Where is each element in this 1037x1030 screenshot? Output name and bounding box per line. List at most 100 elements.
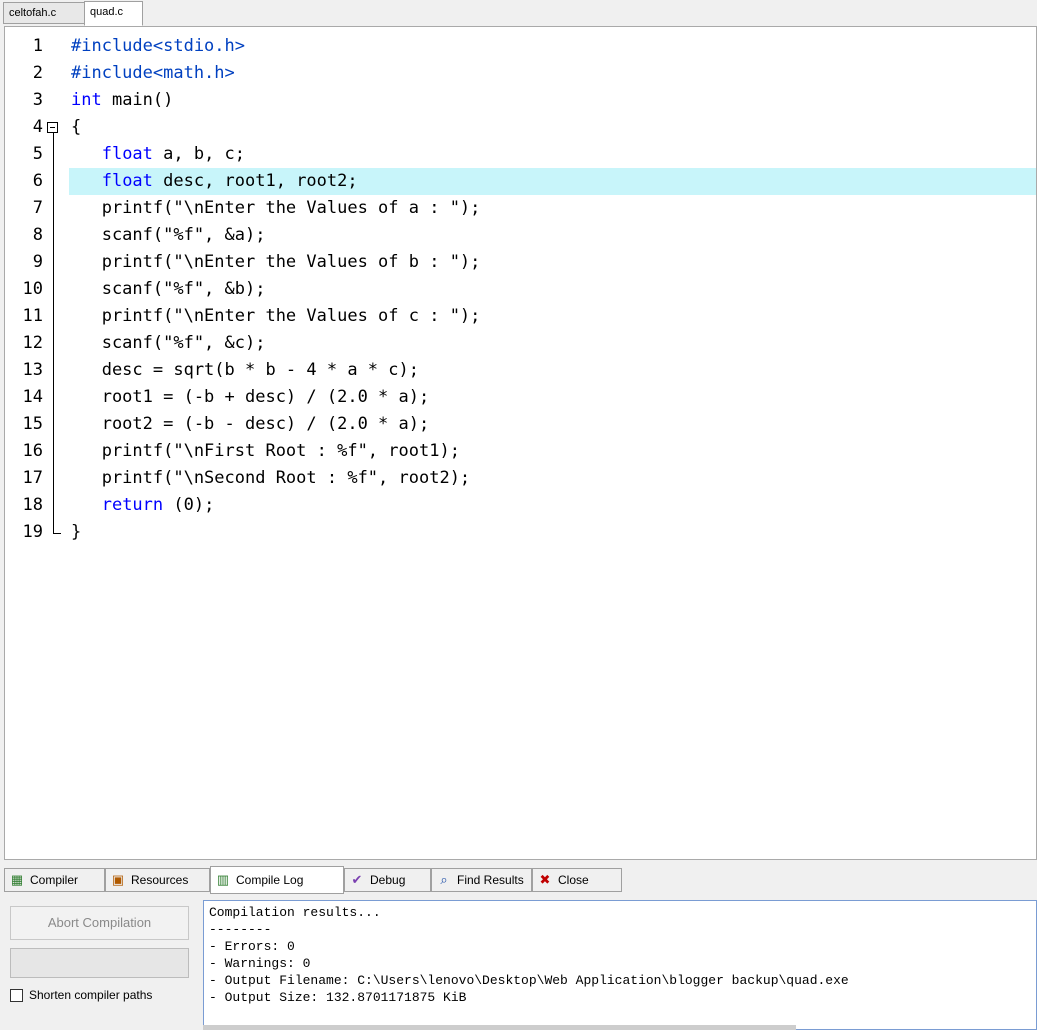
code-line[interactable]: 1 #include<stdio.h> (5, 33, 1036, 60)
line-number: 16 (22, 441, 43, 461)
code-token: printf("\nEnter the Values of a : "); (71, 198, 481, 218)
code-token: } (71, 522, 82, 542)
bar-chart-icon: ▥ (216, 872, 230, 887)
tab-find-results[interactable]: ⌕ Find Results (431, 868, 532, 892)
line-number: 8 (32, 225, 43, 245)
code-token: scanf("%f", &c); (71, 333, 266, 353)
line-number: 19 (22, 522, 43, 542)
code-line[interactable]: 9 printf("\nEnter the Values of b : "); (5, 249, 1036, 276)
code-line[interactable]: 13 desc = sqrt(b * b - 4 * a * c); (5, 357, 1036, 384)
bottom-panel-tabs: ▦ Compiler ▣ Resources ▥ Compile Log ✔ Debug ⌕ Fi… (4, 866, 1037, 894)
code-token: float (101, 144, 153, 164)
shorten-paths-checkbox[interactable] (10, 989, 23, 1002)
line-number: 11 (22, 306, 43, 326)
code-token: printf("\nFirst Root : %f", root1); (71, 441, 460, 461)
log-line: - Output Filename: C:\Users\lenovo\Deskt… (209, 973, 849, 988)
log-line: - Output Size: 132.8701171875 KiB (209, 990, 467, 1005)
tab-label: Close (558, 873, 589, 887)
code-line[interactable]: 15 root2 = (-b - desc) / (2.0 * a); (5, 411, 1036, 438)
fold-guide-line (53, 133, 54, 533)
code-line[interactable]: 2 #include<math.h> (5, 60, 1036, 87)
code-token: root2 = (-b - desc) / (2.0 * a); (71, 414, 430, 434)
code-line[interactable]: 7 printf("\nEnter the Values of a : "); (5, 195, 1036, 222)
code-line[interactable]: 16 printf("\nFirst Root : %f", root1); (5, 438, 1036, 465)
code-line[interactable]: 6 float desc, root1, root2; (5, 168, 1036, 195)
code-token: #include<math.h> (71, 63, 235, 83)
tab-resources[interactable]: ▣ Resources (105, 868, 210, 892)
abort-compilation-button[interactable]: Abort Compilation (10, 906, 189, 940)
line-number: 9 (32, 252, 43, 272)
code-text: root1 = (-b + desc) / (2.0 * a); (71, 384, 430, 411)
shorten-paths-label: Shorten compiler paths (29, 988, 153, 1002)
code-line[interactable]: 14 root1 = (-b + desc) / (2.0 * a); (5, 384, 1036, 411)
code-token: root1 = (-b + desc) / (2.0 * a); (71, 387, 430, 407)
log-line: - Warnings: 0 (209, 956, 311, 971)
code-line[interactable]: 10 scanf("%f", &b); (5, 276, 1036, 303)
code-line[interactable]: 11 printf("\nEnter the Values of c : "); (5, 303, 1036, 330)
code-line[interactable]: 3 int main() (5, 87, 1036, 114)
grid-icon: ▦ (10, 872, 24, 887)
code-token: desc, root1, root2; (152, 171, 358, 191)
tab-debug[interactable]: ✔ Debug (344, 868, 431, 892)
tab-close[interactable]: ✖ Close (532, 868, 622, 892)
line-number: 2 (32, 63, 43, 83)
line-number: 18 (22, 495, 43, 515)
line-number: 10 (22, 279, 43, 299)
code-text: desc = sqrt(b * b - 4 * a * c); (71, 357, 419, 384)
code-text: #include<stdio.h> (71, 33, 245, 60)
tab-label: Find Results (457, 873, 524, 887)
code-editor[interactable]: 1 #include<stdio.h> 2 #include<math.h> 3 int … (4, 26, 1037, 860)
tab-compiler[interactable]: ▦ Compiler (4, 868, 105, 892)
log-line: Compilation results... (209, 905, 381, 920)
line-number: 7 (32, 198, 43, 218)
code-token: scanf("%f", &b); (71, 279, 266, 299)
code-token: a, b, c; (152, 144, 246, 164)
compile-log-output[interactable]: Compilation results... -------- - Errors: … (203, 900, 1037, 1030)
code-text: { (71, 114, 81, 141)
code-token: printf("\nEnter the Values of b : "); (71, 252, 481, 272)
code-token: return (101, 495, 164, 515)
line-number: 1 (32, 36, 43, 56)
tab-label: Compile Log (236, 873, 304, 887)
code-text: printf("\nEnter the Values of c : "); (71, 303, 481, 330)
code-text: root2 = (-b - desc) / (2.0 * a); (71, 411, 430, 438)
editor-tab-bar: celtofah.c quad.c (0, 0, 1037, 26)
tab-quad-c[interactable]: quad.c (84, 1, 143, 26)
code-token: (0); (163, 495, 215, 515)
code-text: printf("\nFirst Root : %f", root1); (71, 438, 460, 465)
code-text: printf("\nEnter the Values of b : "); (71, 249, 481, 276)
line-number: 15 (22, 414, 43, 434)
tab-label: Resources (131, 873, 189, 887)
code-line[interactable]: 5 float a, b, c; (5, 141, 1036, 168)
log-horizontal-scrollbar[interactable] (203, 1025, 796, 1030)
code-line[interactable]: 17 printf("\nSecond Root : %f", root2); (5, 465, 1036, 492)
code-line[interactable]: 8 scanf("%f", &a); (5, 222, 1036, 249)
code-token: desc = sqrt(b * b - 4 * a * c); (71, 360, 419, 380)
close-icon: ✖ (539, 872, 551, 887)
fold-end-marker (53, 533, 61, 534)
compile-progress-bar (10, 948, 189, 978)
code-line[interactable]: 19} (5, 519, 1036, 546)
find-icon: ⌕ (440, 872, 448, 887)
resources-icon: ▣ (111, 872, 125, 887)
code-token: scanf("%f", &a); (71, 225, 266, 245)
code-text: printf("\nEnter the Values of a : "); (71, 195, 481, 222)
tab-label: celtofah.c (9, 7, 57, 19)
code-text: int main() (71, 87, 173, 114)
log-line: - Errors: 0 (209, 939, 295, 954)
code-line[interactable]: 18 return (0); (5, 492, 1036, 519)
tab-compile-log[interactable]: ▥ Compile Log (210, 866, 344, 894)
code-line[interactable]: 4{ (5, 114, 1036, 141)
fold-collapse-icon[interactable] (47, 122, 58, 133)
tab-celtofah-c[interactable]: celtofah.c (3, 2, 85, 24)
code-text: return (0); (71, 492, 215, 519)
code-text: scanf("%f", &c); (71, 330, 266, 357)
code-line[interactable]: 12 scanf("%f", &c); (5, 330, 1036, 357)
code-token: #include<stdio.h> (71, 36, 245, 56)
code-text: scanf("%f", &a); (71, 222, 266, 249)
line-number: 12 (22, 333, 43, 353)
code-text: #include<math.h> (71, 60, 235, 87)
checkmark-icon: ✔ (351, 872, 363, 887)
